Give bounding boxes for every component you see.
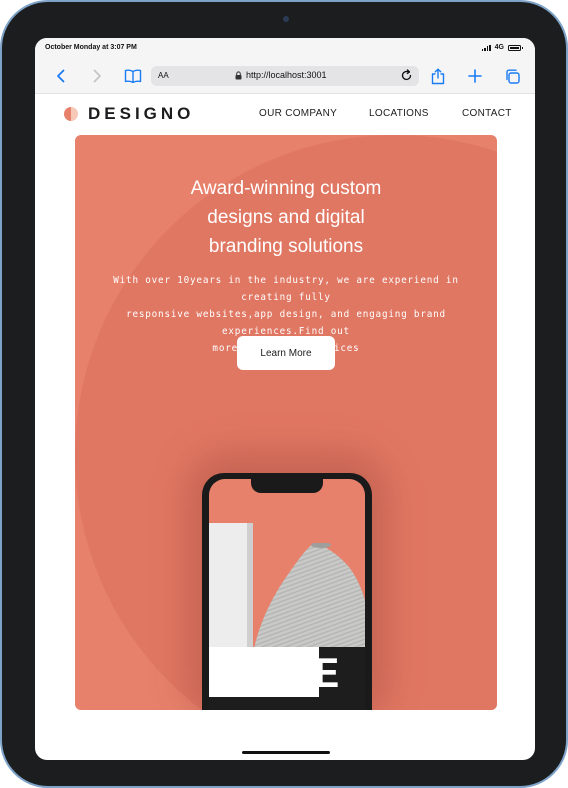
hero-section: Award-winning custom designs and digital…	[75, 135, 497, 710]
chevron-left-icon	[57, 69, 65, 83]
share-icon	[431, 68, 445, 84]
network-label: 4G	[494, 44, 504, 51]
plus-icon	[468, 69, 482, 83]
status-time: October Monday at 3:07 PM	[45, 44, 137, 51]
hero-title: Award-winning custom designs and digital…	[161, 174, 411, 261]
device-bezel: October Monday at 3:07 PM 4G AA http://l…	[2, 2, 566, 786]
phone-frame-text: FRAME	[227, 649, 339, 697]
phone-notch	[251, 479, 323, 493]
share-button[interactable]	[428, 66, 448, 86]
reload-button[interactable]	[400, 69, 413, 84]
bookmarks-button[interactable]	[123, 66, 143, 86]
status-bar: October Monday at 3:07 PM 4G	[35, 38, 535, 58]
status-indicators: 4G	[481, 44, 523, 51]
hero-title-line: Award-winning custom	[190, 178, 382, 199]
device-screen: October Monday at 3:07 PM 4G AA http://l…	[35, 38, 535, 760]
home-indicator[interactable]	[242, 751, 330, 754]
phone-screen: FRAME	[209, 479, 365, 710]
camera-dot	[283, 16, 289, 22]
learn-more-button[interactable]: Learn More	[237, 336, 335, 370]
book-icon	[124, 69, 142, 83]
ipad-device: October Monday at 3:07 PM 4G AA http://l…	[0, 0, 568, 788]
nav-link-our-company[interactable]: OUR COMPANY	[259, 108, 337, 119]
forward-button[interactable]	[87, 66, 107, 86]
hero-text-line: With over 10years in the industry, we ar…	[113, 275, 459, 303]
browser-toolbar: AA http://localhost:3001	[35, 58, 535, 94]
new-tab-button[interactable]	[465, 66, 485, 86]
hero-text-line: responsive websites,app design, and enga…	[126, 309, 446, 337]
reload-icon	[401, 69, 412, 81]
lock-icon	[235, 70, 242, 79]
brand-logo[interactable]: DESIGNO	[64, 104, 194, 124]
address-bar[interactable]: AA http://localhost:3001	[151, 66, 419, 86]
url-text: http://localhost:3001	[246, 70, 327, 80]
nav-link-locations[interactable]: LOCATIONS	[369, 108, 429, 119]
back-button[interactable]	[51, 66, 71, 86]
site-header: DESIGNO OUR COMPANY LOCATIONS CONTACT	[35, 95, 535, 135]
logo-circle-icon	[64, 107, 78, 121]
battery-icon	[508, 44, 523, 51]
hero-title-line: branding solutions	[208, 236, 364, 257]
brand-name: DESIGNO	[88, 104, 195, 123]
hero-title-line: designs and digital	[207, 207, 365, 228]
tabs-overview-button[interactable]	[502, 66, 522, 86]
reader-aa-button[interactable]: AA	[158, 71, 169, 80]
phone-mockup: FRAME	[202, 473, 372, 710]
nav-link-contact[interactable]: CONTACT	[462, 108, 512, 119]
signal-icon	[481, 44, 491, 51]
url-display: http://localhost:3001	[235, 70, 327, 80]
chevron-right-icon	[93, 69, 101, 83]
tabs-icon	[505, 69, 520, 84]
